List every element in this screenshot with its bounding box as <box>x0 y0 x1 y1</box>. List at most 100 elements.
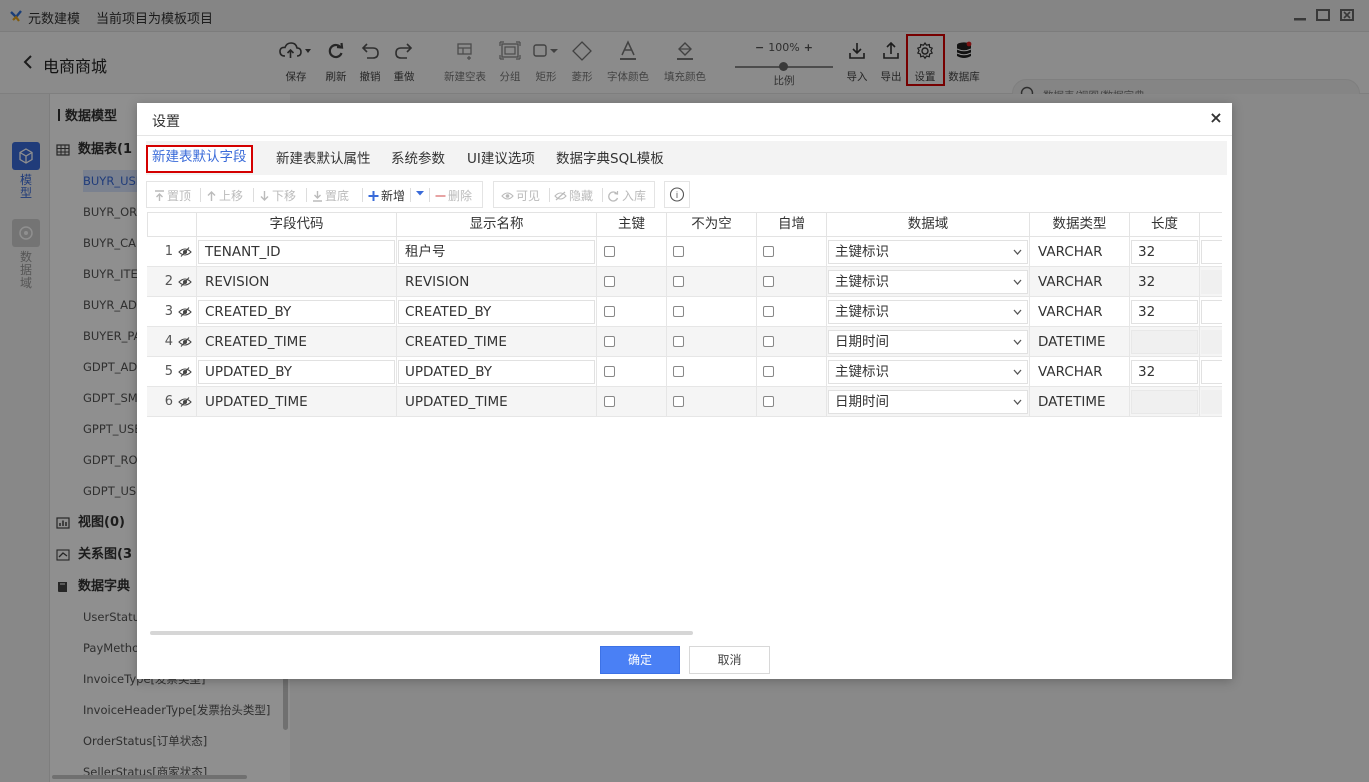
not-null-checkbox[interactable] <box>673 366 684 377</box>
eye-off-icon[interactable] <box>178 306 192 318</box>
length-input[interactable]: 32 <box>1131 300 1198 324</box>
tab-system-params[interactable]: 系统参数 <box>387 147 449 171</box>
field-code-input[interactable]: TENANT_ID <box>198 240 395 264</box>
display-name-input[interactable]: REVISION <box>398 270 595 294</box>
domain-select[interactable]: 日期时间 <box>828 390 1028 414</box>
delete-row-button[interactable]: 删除 <box>435 187 472 203</box>
display-name-input[interactable]: CREATED_TIME <box>398 330 595 354</box>
add-row-button[interactable]: 新增 <box>368 187 405 203</box>
extra-input[interactable] <box>1201 330 1222 354</box>
not-null-checkbox[interactable] <box>673 276 684 287</box>
close-icon[interactable]: × <box>1207 109 1225 127</box>
dialog-divider <box>137 135 1232 136</box>
length-input[interactable] <box>1131 330 1198 354</box>
header-not-null[interactable]: 不为空 <box>667 212 757 237</box>
move-top-button[interactable]: 置顶 <box>154 187 191 203</box>
move-down-button[interactable]: 下移 <box>259 187 296 203</box>
header-field-code[interactable]: 字段代码 <box>197 212 397 237</box>
table-row: 4 CREATED_TIME CREATED_TIME 日期时间 DATETIME <box>147 327 1222 357</box>
extra-input[interactable] <box>1201 240 1222 264</box>
primary-key-checkbox[interactable] <box>604 366 615 377</box>
row-number: 1 <box>164 244 173 259</box>
primary-key-checkbox[interactable] <box>604 306 615 317</box>
eye-off-icon[interactable] <box>178 336 192 348</box>
length-input[interactable] <box>1131 390 1198 414</box>
row-number: 2 <box>164 274 173 289</box>
to-library-button[interactable]: 入库 <box>607 187 646 203</box>
caret-down-icon <box>416 191 424 196</box>
fields-grid: 字段代码 显示名称 主键 不为空 自增 数据域 数据类型 长度 1 TENANT_… <box>147 212 1222 417</box>
move-up-button[interactable]: 上移 <box>206 187 243 203</box>
domain-select[interactable]: 主键标识 <box>828 300 1028 324</box>
auto-increment-checkbox[interactable] <box>763 366 774 377</box>
tab-ui-options[interactable]: UI建议选项 <box>463 147 539 171</box>
domain-select[interactable]: 日期时间 <box>828 330 1028 354</box>
extra-input[interactable] <box>1201 360 1222 384</box>
extra-input[interactable] <box>1201 390 1222 414</box>
domain-select[interactable]: 主键标识 <box>828 270 1028 294</box>
cancel-button[interactable]: 取消 <box>689 646 770 674</box>
auto-increment-checkbox[interactable] <box>763 306 774 317</box>
primary-key-checkbox[interactable] <box>604 336 615 347</box>
eye-off-icon[interactable] <box>178 366 192 378</box>
header-auto-increment[interactable]: 自增 <box>757 212 827 237</box>
length-input[interactable]: 32 <box>1131 270 1198 294</box>
hide-button[interactable]: 隐藏 <box>554 187 593 203</box>
header-data-type[interactable]: 数据类型 <box>1030 212 1130 237</box>
not-null-checkbox[interactable] <box>673 246 684 257</box>
header-length[interactable]: 长度 <box>1130 212 1200 237</box>
field-code-input[interactable]: CREATED_BY <box>198 300 395 324</box>
grid-hscrollbar[interactable] <box>150 631 693 635</box>
not-null-checkbox[interactable] <box>673 306 684 317</box>
header-domain[interactable]: 数据域 <box>827 212 1030 237</box>
row-number: 5 <box>164 364 173 379</box>
display-name-input[interactable]: 租户号 <box>398 240 595 264</box>
domain-select-value: 主键标识 <box>835 274 889 290</box>
auto-increment-checkbox[interactable] <box>763 396 774 407</box>
tab-default-fields[interactable]: 新建表默认字段 <box>146 145 253 173</box>
not-null-checkbox[interactable] <box>673 336 684 347</box>
field-code-input[interactable]: UPDATED_TIME <box>198 390 395 414</box>
row-index-cell: 5 <box>147 357 197 387</box>
dialog-tabs: 新建表默认字段 新建表默认属性 系统参数 UI建议选项 数据字典SQL模板 <box>146 141 1227 175</box>
header-primary-key[interactable]: 主键 <box>597 212 667 237</box>
auto-increment-checkbox[interactable] <box>763 276 774 287</box>
auto-increment-checkbox[interactable] <box>763 336 774 347</box>
visible-button[interactable]: 可见 <box>501 187 540 203</box>
tab-dict-sql-template[interactable]: 数据字典SQL模板 <box>552 147 668 171</box>
info-button[interactable]: i <box>664 181 690 208</box>
length-input[interactable]: 32 <box>1131 240 1198 264</box>
auto-increment-checkbox[interactable] <box>763 246 774 257</box>
display-name-input[interactable]: UPDATED_BY <box>398 360 595 384</box>
domain-select[interactable]: 主键标识 <box>828 360 1028 384</box>
primary-key-checkbox[interactable] <box>604 276 615 287</box>
add-dropdown-button[interactable] <box>415 187 425 203</box>
info-icon: i <box>669 187 685 202</box>
not-null-checkbox[interactable] <box>673 396 684 407</box>
tab-default-attributes[interactable]: 新建表默认属性 <box>272 147 375 171</box>
field-code-input[interactable]: CREATED_TIME <box>198 330 395 354</box>
eye-off-icon[interactable] <box>178 396 192 408</box>
length-input[interactable]: 32 <box>1131 360 1198 384</box>
field-code-input[interactable]: UPDATED_BY <box>198 360 395 384</box>
minus-icon <box>435 190 446 202</box>
move-bottom-button[interactable]: 置底 <box>312 187 349 203</box>
row-index-cell: 3 <box>147 297 197 327</box>
domain-select[interactable]: 主键标识 <box>828 240 1028 264</box>
primary-key-checkbox[interactable] <box>604 396 615 407</box>
field-code-input[interactable]: REVISION <box>198 270 395 294</box>
eye-off-icon[interactable] <box>178 276 192 288</box>
row-index-cell: 4 <box>147 327 197 357</box>
primary-key-checkbox[interactable] <box>604 246 615 257</box>
display-name-input[interactable]: UPDATED_TIME <box>398 390 595 414</box>
extra-input[interactable] <box>1201 270 1222 294</box>
data-type-value: DATETIME <box>1038 334 1106 350</box>
extra-input[interactable] <box>1201 300 1222 324</box>
display-name-input[interactable]: CREATED_BY <box>398 300 595 324</box>
row-index-cell: 2 <box>147 267 197 297</box>
eye-off-icon <box>554 190 567 202</box>
eye-off-icon[interactable] <box>178 246 192 258</box>
ok-button[interactable]: 确定 <box>600 646 680 674</box>
header-display-name[interactable]: 显示名称 <box>397 212 597 237</box>
header-index <box>147 212 197 237</box>
